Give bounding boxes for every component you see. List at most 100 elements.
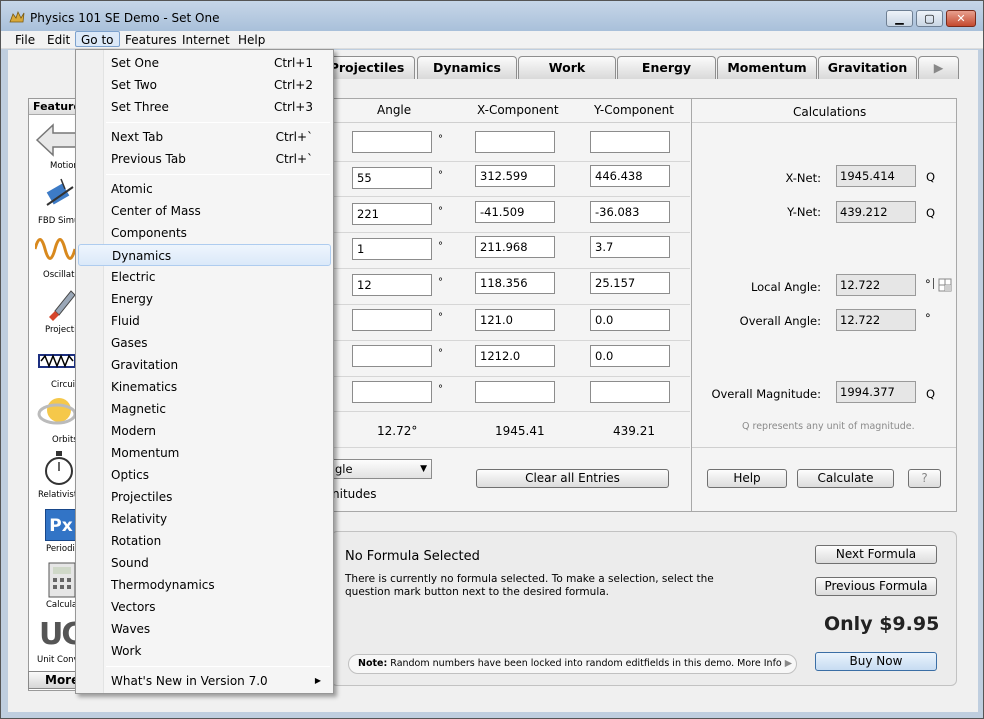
x-component-field-7[interactable]: 1212.0: [475, 345, 555, 367]
menu-item-dynamics[interactable]: Dynamics: [78, 244, 331, 266]
close-button[interactable]: ✕: [946, 10, 976, 27]
menu-item-gravitation[interactable]: Gravitation: [78, 354, 331, 376]
motion-arrow-icon[interactable]: [35, 121, 78, 159]
sidebar-item-motion[interactable]: Motion: [50, 161, 77, 171]
menu-item-modern[interactable]: Modern: [78, 420, 331, 442]
angle-field-7[interactable]: [352, 345, 432, 367]
y-component-field-4[interactable]: 3.7: [590, 236, 670, 258]
projectile-rocket-icon[interactable]: [45, 287, 77, 325]
sidebar-item-calculator[interactable]: Calculat: [46, 600, 77, 610]
tab-dynamics[interactable]: Dynamics: [417, 56, 517, 79]
menu-internet[interactable]: Internet: [177, 32, 235, 48]
angle-field-2[interactable]: 55: [352, 167, 432, 189]
y-component-field-7[interactable]: 0.0: [590, 345, 670, 367]
menu-item-electric[interactable]: Electric: [78, 266, 331, 288]
angle-field-1[interactable]: [352, 131, 432, 153]
y-component-field-5[interactable]: 25.157: [590, 272, 670, 294]
more-features-button[interactable]: More: [28, 671, 79, 689]
tab-scroll-right-button[interactable]: ▶: [918, 56, 959, 79]
menu-item-energy[interactable]: Energy: [78, 288, 331, 310]
menu-item-set-two[interactable]: Set Two Ctrl+2: [78, 74, 331, 96]
menu-item-rotation[interactable]: Rotation: [78, 530, 331, 552]
buy-now-button[interactable]: Buy Now: [815, 652, 937, 671]
angle-field-3[interactable]: 221: [352, 203, 432, 225]
menu-item-next-tab[interactable]: Next Tab Ctrl+`: [78, 126, 331, 148]
y-component-field-2[interactable]: 446.438: [590, 165, 670, 187]
menu-help[interactable]: Help: [233, 32, 270, 48]
y-component-field-8[interactable]: [590, 381, 670, 403]
menu-edit[interactable]: Edit: [42, 32, 75, 48]
x-component-field-4[interactable]: 211.968: [475, 236, 555, 258]
x-component-field-2[interactable]: 312.599: [475, 165, 555, 187]
menu-item-atomic[interactable]: Atomic: [78, 178, 331, 200]
angle-field-4[interactable]: 1: [352, 238, 432, 260]
x-component-field-5[interactable]: 118.356: [475, 272, 555, 294]
x-component-field-3[interactable]: -41.509: [475, 201, 555, 223]
tab-energy[interactable]: Energy: [617, 56, 716, 79]
menu-item-previous-tab[interactable]: Previous Tab Ctrl+`: [78, 148, 331, 170]
menu-item-work[interactable]: Work: [78, 640, 331, 662]
orbits-sun-icon[interactable]: [37, 394, 77, 432]
next-formula-button[interactable]: Next Formula: [815, 545, 937, 564]
angle-field-5[interactable]: 12: [352, 274, 432, 296]
menu-item-whats-new[interactable]: What's New in Version 7.0 ▶: [78, 670, 331, 692]
sidebar-item-relativistic[interactable]: Relativist: [38, 490, 77, 500]
sidebar-item-circuit[interactable]: Circuit: [51, 380, 77, 390]
more-info-arrow-icon[interactable]: ▶: [785, 658, 792, 669]
x-component-field-1[interactable]: [475, 131, 555, 153]
sidebar-item-unit-converter[interactable]: Unit Conv: [37, 655, 77, 665]
maximize-button[interactable]: ▢: [916, 10, 943, 27]
menu-item-center-of-mass[interactable]: Center of Mass: [78, 200, 331, 222]
tab-momentum[interactable]: Momentum: [717, 56, 817, 79]
menu-item-set-one[interactable]: Set One Ctrl+1: [78, 52, 331, 74]
calculate-button[interactable]: Calculate: [797, 469, 894, 488]
menu-file[interactable]: File: [10, 32, 40, 48]
y-component-field-3[interactable]: -36.083: [590, 201, 670, 223]
previous-formula-button[interactable]: Previous Formula: [815, 577, 937, 596]
relativity-stopwatch-icon[interactable]: [43, 449, 75, 487]
sidebar-item-oscillation[interactable]: Oscillati: [43, 270, 77, 280]
angle-mode-select[interactable]: gle ▼: [332, 459, 432, 479]
menu-item-fluid[interactable]: Fluid: [78, 310, 331, 332]
angle-field-6[interactable]: [352, 309, 432, 331]
menu-item-optics[interactable]: Optics: [78, 464, 331, 486]
formula-help-button[interactable]: ?: [908, 469, 941, 488]
menu-goto[interactable]: Go to: [75, 31, 120, 47]
minimize-button[interactable]: ▁: [886, 10, 913, 27]
circuit-resistor-icon[interactable]: [35, 350, 78, 372]
menu-item-magnetic[interactable]: Magnetic: [78, 398, 331, 420]
tab-work[interactable]: Work: [518, 56, 616, 79]
quadrant-grid-icon[interactable]: [938, 278, 952, 292]
menu-item-relativity[interactable]: Relativity: [78, 508, 331, 530]
sidebar-item-periodic[interactable]: Periodic: [46, 544, 77, 554]
menu-item-waves[interactable]: Waves: [78, 618, 331, 640]
magnitudes-option-label[interactable]: nitudes: [332, 487, 377, 501]
calculator-icon[interactable]: [47, 561, 77, 599]
sidebar-item-fbd-simulator[interactable]: FBD Simu: [38, 216, 77, 226]
x-component-field-8[interactable]: [475, 381, 555, 403]
sidebar-item-projectiles[interactable]: Projectil: [45, 325, 77, 335]
y-component-field-6[interactable]: 0.0: [590, 309, 670, 331]
oscillation-wave-icon[interactable]: [35, 230, 78, 268]
unit-converter-icon[interactable]: UC: [39, 617, 77, 652]
more-info-link[interactable]: More Info: [737, 658, 782, 669]
window-title: Physics 101 SE Demo - Set One: [30, 11, 220, 25]
menu-item-gases[interactable]: Gases: [78, 332, 331, 354]
menu-item-momentum[interactable]: Momentum: [78, 442, 331, 464]
menu-item-kinematics[interactable]: Kinematics: [78, 376, 331, 398]
clear-all-entries-button[interactable]: Clear all Entries: [476, 469, 669, 488]
menu-features[interactable]: Features: [120, 32, 182, 48]
menu-item-set-three[interactable]: Set Three Ctrl+3: [78, 96, 331, 118]
x-component-field-6[interactable]: 121.0: [475, 309, 555, 331]
menu-item-vectors[interactable]: Vectors: [78, 596, 331, 618]
periodic-table-icon[interactable]: Px: [45, 509, 77, 541]
help-button[interactable]: Help: [707, 469, 787, 488]
menu-item-thermodynamics[interactable]: Thermodynamics: [78, 574, 331, 596]
fbd-simulator-icon[interactable]: [43, 175, 77, 211]
tab-gravitation[interactable]: Gravitation: [818, 56, 917, 79]
y-component-field-1[interactable]: [590, 131, 670, 153]
menu-item-components[interactable]: Components: [78, 222, 331, 244]
menu-item-projectiles[interactable]: Projectiles: [78, 486, 331, 508]
angle-field-8[interactable]: [352, 381, 432, 403]
menu-item-sound[interactable]: Sound: [78, 552, 331, 574]
